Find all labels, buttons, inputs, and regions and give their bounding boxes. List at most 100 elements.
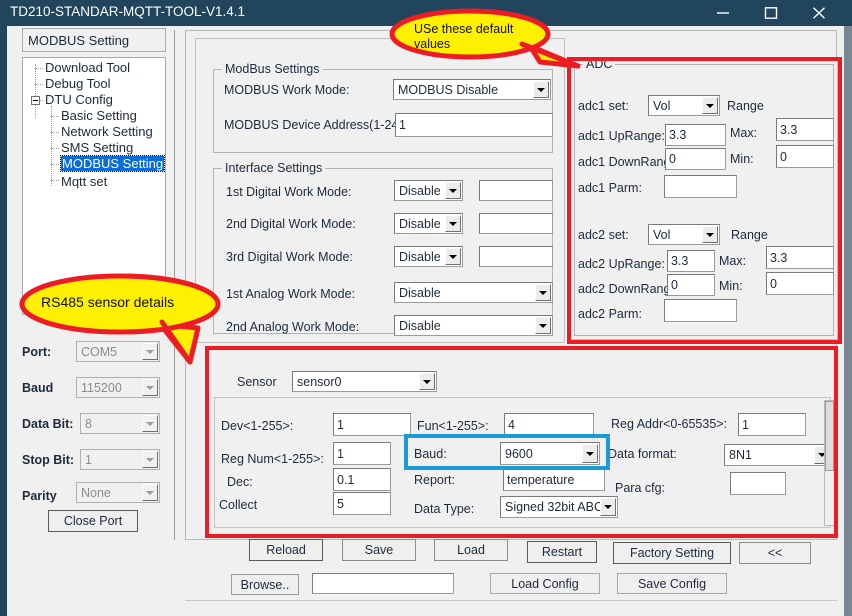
adc1-parm-input[interactable]: [664, 175, 737, 198]
dec-input[interactable]: 0.1: [333, 468, 391, 491]
digital-3-select[interactable]: Disable: [394, 246, 463, 267]
modbus-device-address-label: MODBUS Device Address(1-247):: [224, 118, 413, 132]
digital-1-label: 1st Digital Work Mode:: [226, 185, 352, 199]
sensor-label: Sensor: [237, 375, 277, 389]
chevron-down-icon: [445, 215, 461, 232]
sidebar-item-basic-setting[interactable]: Basic Setting: [61, 108, 137, 123]
sensor-value: sensor0: [297, 374, 342, 389]
digital-2-select[interactable]: Disable: [394, 213, 463, 234]
data-format-select[interactable]: 8N1: [724, 444, 832, 466]
chevron-down-icon: [600, 498, 616, 516]
digital-1-select[interactable]: Disable: [394, 180, 463, 201]
modbus-device-address-input[interactable]: 1: [395, 113, 553, 137]
browse-button[interactable]: Browse..: [231, 574, 299, 595]
digital-1-extra-input[interactable]: [479, 180, 553, 201]
reload-button[interactable]: Reload: [249, 539, 323, 561]
dev-input[interactable]: 1: [333, 413, 411, 436]
collect-input[interactable]: 5: [333, 492, 391, 515]
data-bit-label: Data Bit:: [22, 417, 74, 431]
report-input[interactable]: temperature: [503, 468, 605, 491]
sensor-scrollbar-thumb[interactable]: [825, 401, 834, 471]
tree-line: [35, 84, 43, 85]
chevron-down-icon: [535, 284, 551, 301]
digital-2-extra-input[interactable]: [479, 213, 553, 234]
analog-2-select[interactable]: Disable: [394, 315, 553, 336]
digital-3-value: Disable: [399, 249, 441, 264]
sidebar-item-sms-setting[interactable]: SMS Setting: [61, 140, 133, 155]
load-button[interactable]: Load: [434, 539, 508, 561]
adc1-downrange-input[interactable]: 0: [665, 148, 726, 170]
dev-label: Dev<1-255>:: [221, 419, 294, 433]
save-button[interactable]: Save: [342, 539, 416, 561]
sidebar-item-network-setting[interactable]: Network Setting: [61, 124, 153, 139]
digital-3-label: 3rd Digital Work Mode:: [226, 250, 353, 264]
adc2-min-input[interactable]: 0: [766, 272, 834, 295]
close-button[interactable]: [796, 0, 842, 26]
analog-1-value: Disable: [399, 285, 441, 300]
chevron-down-icon: [419, 373, 435, 390]
adc2-parm-input[interactable]: [664, 299, 737, 322]
baud-value: 115200: [81, 380, 122, 395]
adc2-min-label: Min:: [719, 279, 743, 293]
adc2-set-select[interactable]: Vol: [648, 224, 720, 245]
chevron-down-icon: [582, 444, 598, 463]
port-select[interactable]: COM5: [76, 341, 160, 362]
load-config-button[interactable]: Load Config: [490, 573, 600, 594]
baud-select[interactable]: 115200: [76, 377, 160, 398]
minimize-button[interactable]: [700, 0, 746, 26]
data-bit-select[interactable]: 8: [80, 413, 160, 434]
reg-num-input[interactable]: 1: [333, 442, 391, 465]
adc2-uprange-input[interactable]: 3.3: [667, 250, 715, 272]
fun-input[interactable]: 4: [504, 413, 594, 436]
adc1-parm-label: adc1 Parm:: [578, 181, 642, 195]
adc2-max-input[interactable]: 3.3: [766, 246, 834, 269]
save-config-button[interactable]: Save Config: [617, 573, 727, 594]
digital-3-extra-input[interactable]: [479, 246, 553, 267]
sensor-baud-select[interactable]: 9600: [500, 442, 600, 465]
tree-line: [51, 132, 59, 133]
parity-label: Parity: [22, 489, 57, 503]
close-port-button[interactable]: Close Port: [48, 510, 138, 532]
restart-button[interactable]: Restart: [527, 541, 597, 563]
adc2-downrange-input[interactable]: 0: [667, 274, 715, 296]
maximize-button[interactable]: [748, 0, 794, 26]
adc1-max-input[interactable]: 3.3: [776, 118, 834, 141]
sidebar-item-download-tool[interactable]: Download Tool: [45, 60, 130, 75]
parity-value: None: [81, 485, 111, 500]
config-path-input[interactable]: [312, 573, 454, 594]
sidebar-item-modbus-setting[interactable]: MODBUS Setting: [59, 155, 166, 172]
para-cfg-input[interactable]: [730, 472, 786, 495]
sensor-scrollbar-track[interactable]: [824, 400, 835, 526]
chevron-down-icon: [702, 226, 718, 243]
stop-bit-value: 1: [85, 452, 92, 467]
sidebar-item-mqtt-set[interactable]: Mqtt set: [61, 174, 107, 189]
adc1-uprange-input[interactable]: 3.3: [665, 124, 726, 146]
adc1-min-input[interactable]: 0: [776, 145, 834, 168]
analog-1-select[interactable]: Disable: [394, 282, 553, 303]
modbus-work-mode-select[interactable]: MODBUS Disable: [393, 79, 551, 100]
adc1-set-select[interactable]: Vol: [648, 95, 720, 116]
sidebar-header-label: MODBUS Setting: [28, 33, 130, 48]
baud-label: Baud: [22, 381, 54, 395]
analog-2-value: Disable: [399, 318, 441, 333]
sensor-select[interactable]: sensor0: [292, 371, 437, 392]
footer-divider: [185, 600, 837, 601]
tree-expander-dtu-config[interactable]: [31, 96, 40, 105]
tree-line: [51, 164, 59, 165]
reg-addr-label: Reg Addr<0-65535>:: [611, 417, 728, 431]
sidebar-divider: [174, 30, 175, 540]
tree-line: [51, 116, 59, 117]
stop-bit-select[interactable]: 1: [80, 449, 160, 470]
sidebar-header: MODBUS Setting: [22, 28, 166, 52]
modbus-work-mode-value: MODBUS Disable: [398, 82, 499, 97]
sensor-baud-label: Baud:: [414, 447, 447, 461]
analog-1-label: 1st Analog Work Mode:: [226, 287, 356, 301]
sidebar-item-dtu-config[interactable]: DTU Config: [45, 92, 113, 107]
navigation-tree[interactable]: Download Tool Debug Tool DTU Config Basi…: [22, 57, 166, 315]
sidebar-item-debug-tool[interactable]: Debug Tool: [45, 76, 111, 91]
collapse-button[interactable]: <<: [739, 542, 811, 564]
parity-select[interactable]: None: [76, 482, 160, 503]
reg-addr-input[interactable]: 1: [738, 413, 806, 436]
data-type-select[interactable]: Signed 32bit ABCD: [500, 496, 618, 518]
factory-setting-button[interactable]: Factory Setting: [613, 542, 731, 564]
